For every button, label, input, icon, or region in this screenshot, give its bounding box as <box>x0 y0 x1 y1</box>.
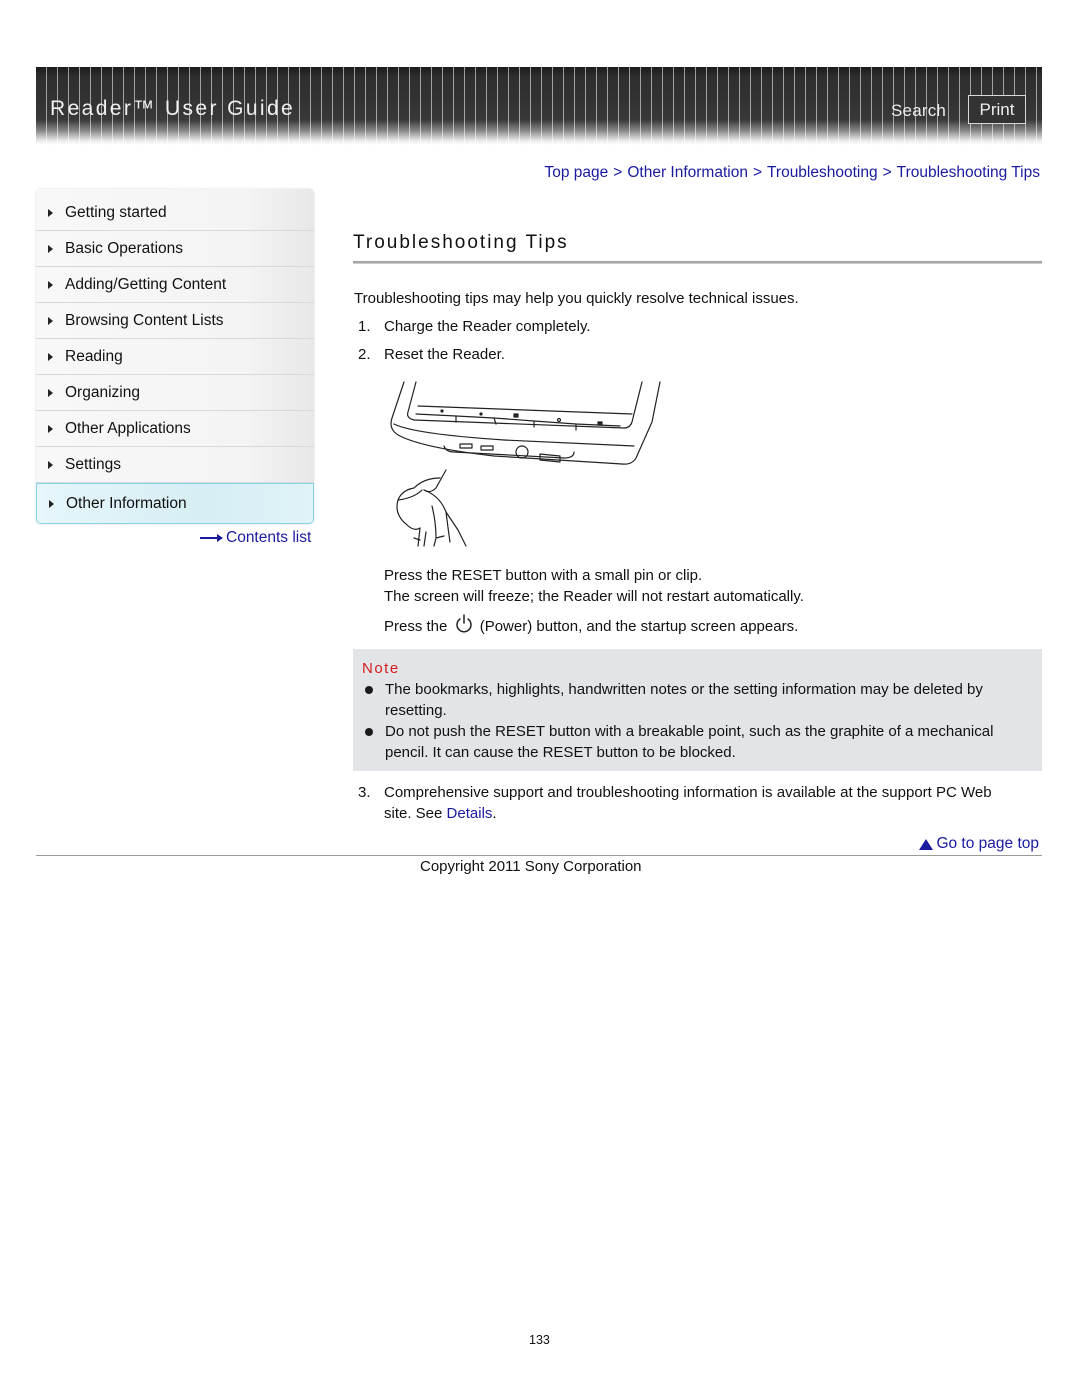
step-text: Comprehensive support and troubleshootin… <box>384 784 992 801</box>
sidebar-item-browsing-content-lists[interactable]: Browsing Content Lists <box>36 303 314 339</box>
step-number: 1. <box>358 318 371 335</box>
reset-instruction-3-after: (Power) button, and the startup screen a… <box>479 618 799 635</box>
bullet-icon <box>365 728 373 736</box>
breadcrumb-separator: > <box>882 164 892 181</box>
breadcrumb-separator: > <box>613 164 623 181</box>
triangle-right-icon <box>48 424 53 433</box>
sidebar-item-getting-started[interactable]: Getting started <box>36 189 314 231</box>
sidebar-item-label: Adding/Getting Content <box>65 275 227 293</box>
triangle-right-icon <box>49 499 54 508</box>
footer-divider <box>36 855 1042 856</box>
sidebar-item-label: Settings <box>65 455 122 473</box>
sidebar-item-reading[interactable]: Reading <box>36 339 314 375</box>
go-to-page-top-link[interactable]: Go to page top <box>919 835 1039 853</box>
reset-instruction-3-before: Press the <box>384 618 448 635</box>
reset-instruction-1: Press the RESET button with a small pin … <box>384 567 703 584</box>
reset-illustration <box>390 381 661 547</box>
breadcrumb: Top page > Other Information > Troubleshooti… <box>545 164 1041 182</box>
sidebar-item-settings[interactable]: Settings <box>36 447 314 483</box>
go-to-page-top-label: Go to page top <box>936 835 1039 852</box>
note-item: Do not push the RESET button with a brea… <box>385 721 993 763</box>
power-icon <box>455 614 472 633</box>
breadcrumb-other-information[interactable]: Other Information <box>627 164 748 181</box>
triangle-right-icon <box>48 388 53 397</box>
title-divider <box>353 261 1042 264</box>
triangle-right-icon <box>48 244 53 253</box>
breadcrumb-troubleshooting[interactable]: Troubleshooting <box>767 164 878 181</box>
step-number: 2. <box>358 346 371 363</box>
note-item-line: The bookmarks, highlights, handwritten n… <box>385 681 983 698</box>
sidebar-item-other-applications[interactable]: Other Applications <box>36 411 314 447</box>
header-bar: Reader™ User Guide Search Print <box>36 67 1042 145</box>
step-number: 3. <box>358 784 371 801</box>
contents-list-label: Contents list <box>226 529 312 546</box>
intro-text: Troubleshooting tips may help you quickl… <box>354 290 799 307</box>
note-box: Note The bookmarks, highlights, handwrit… <box>353 649 1042 771</box>
note-title: Note <box>362 660 400 677</box>
step-text-after-link: . <box>492 805 497 822</box>
step-text: Reset the Reader. <box>384 346 505 363</box>
page-number: 133 <box>529 1333 550 1347</box>
step-text: Charge the Reader completely. <box>384 318 591 335</box>
breadcrumb-troubleshooting-tips[interactable]: Troubleshooting Tips <box>897 164 1040 181</box>
breadcrumb-top-page[interactable]: Top page <box>545 164 609 181</box>
sidebar-item-other-information[interactable]: Other Information <box>36 483 314 524</box>
sidebar-item-label: Reading <box>65 347 123 365</box>
search-button[interactable]: Search <box>891 101 946 121</box>
note-item-line: resetting. <box>385 702 447 719</box>
sidebar-item-adding-getting-content[interactable]: Adding/Getting Content <box>36 267 314 303</box>
note-item-line: Do not push the RESET button with a brea… <box>385 723 994 740</box>
sidebar-item-organizing[interactable]: Organizing <box>36 375 314 411</box>
reset-instruction-2: The screen will freeze; the Reader will … <box>384 588 804 605</box>
step-text-continued: site. See Details. <box>384 805 497 822</box>
page-title: Troubleshooting Tips <box>353 232 569 253</box>
breadcrumb-separator: > <box>752 164 763 181</box>
contents-list-link[interactable]: Contents list <box>200 529 311 547</box>
print-button[interactable]: Print <box>968 95 1026 124</box>
note-item: The bookmarks, highlights, handwritten n… <box>385 679 983 721</box>
sidebar-item-label: Other Information <box>66 494 187 512</box>
triangle-right-icon <box>48 280 53 289</box>
sidebar-nav: Getting started Basic Operations Adding/… <box>36 189 314 524</box>
app-title: Reader™ User Guide <box>50 97 296 120</box>
sidebar-item-label: Getting started <box>65 203 167 221</box>
copyright: Copyright 2011 Sony Corporation <box>420 858 642 875</box>
sidebar-item-label: Browsing Content Lists <box>65 311 224 329</box>
sidebar-item-label: Other Applications <box>65 419 191 437</box>
details-link[interactable]: Details <box>447 805 493 822</box>
note-item-line: pencil. It can cause the RESET button to… <box>385 744 736 761</box>
triangle-right-icon <box>48 352 53 361</box>
sidebar-item-label: Organizing <box>65 383 140 401</box>
step-text-before-link: site. See <box>384 805 443 822</box>
reset-instruction-3: Press the (Power) button, and the startu… <box>384 614 798 635</box>
arrow-right-icon <box>200 533 224 543</box>
sidebar-item-label: Basic Operations <box>65 239 184 257</box>
triangle-right-icon <box>48 316 53 325</box>
triangle-right-icon <box>48 208 53 217</box>
sidebar-item-basic-operations[interactable]: Basic Operations <box>36 231 314 267</box>
triangle-right-icon <box>48 460 53 469</box>
bullet-icon <box>365 686 373 694</box>
triangle-up-icon <box>919 838 934 850</box>
